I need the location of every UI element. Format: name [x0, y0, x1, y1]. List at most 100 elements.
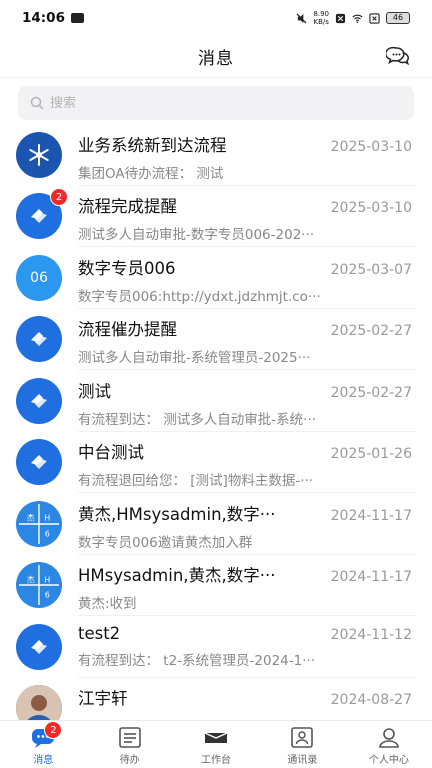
message-header: HMsysadmin,黄杰,数字··· 2024-11-17: [78, 562, 432, 586]
avatar: [16, 377, 62, 424]
message-header: 黄杰,HMsysadmin,数字··· 2024-11-17: [78, 501, 432, 525]
tab-messages[interactable]: 2 消息: [0, 721, 86, 768]
network-speed-value: 8.90: [313, 10, 329, 18]
search-bar[interactable]: [18, 86, 414, 120]
profile-icon: [379, 728, 399, 748]
message-date: 2024-11-12: [330, 626, 412, 643]
message-texts: 流程完成提醒 2025-03-10 测试多人自动审批-数字专员006-202···: [78, 193, 432, 243]
group-avatar-icon: [19, 565, 59, 606]
tab-workbench[interactable]: 工作台: [173, 721, 259, 768]
message-date: 2025-01-26: [330, 446, 412, 463]
message-row[interactable]: 流程催办提醒 2025-02-27 测试多人自动审批-系统管理员-2025···: [0, 309, 432, 371]
message-list[interactable]: 业务系统新到达流程 2025-03-10 集团OA待办流程： 测试 2 流程完成提醒 20…: [0, 124, 432, 720]
message-row[interactable]: 06 数字专员006 2025-03-07 数字专员006:http://ydxt.j…: [0, 247, 432, 309]
tab-todo[interactable]: 待办: [86, 721, 172, 768]
message-title: 江宇轩: [78, 689, 128, 709]
message-row[interactable]: 业务系统新到达流程 2025-03-10 集团OA待办流程： 测试: [0, 124, 432, 186]
message-preview: 数字专员006:http://ydxt.jdzhmjt.co···: [78, 288, 321, 305]
avatar: 杰H 6: [16, 562, 62, 609]
user-photo-avatar: [16, 685, 62, 720]
message-row[interactable]: 江宇轩 2024-08-27: [0, 678, 432, 720]
wifi-icon: [352, 14, 363, 23]
message-texts: 黄杰,HMsysadmin,数字··· 2024-11-17 数字专员006邀请黄杰…: [78, 501, 432, 551]
group-avatar-label: 杰: [26, 575, 35, 585]
message-date: 2025-03-07: [330, 261, 412, 278]
avatar: [16, 131, 62, 178]
group-avatar-label: 6: [44, 590, 50, 600]
tab-contacts[interactable]: 通讯录: [259, 721, 345, 768]
message-preview: 数字专员006邀请黄杰加入群: [78, 534, 253, 551]
message-texts: 测试 2025-02-27 有流程到达： 测试多人自动审批-系统···: [78, 378, 432, 428]
contacts-icon: [291, 727, 314, 748]
group-avatar-label: H: [44, 513, 51, 523]
message-date: 2025-02-27: [330, 384, 412, 401]
message-row[interactable]: 中台测试 2025-01-26 有流程退回给您： [测试]物料主数据-···: [0, 432, 432, 494]
message-date: 2024-11-17: [330, 569, 412, 586]
message-preview: 有流程到达： 测试多人自动审批-系统···: [78, 411, 317, 428]
avatar: [16, 685, 62, 720]
network-speed: 8.90 KB/s: [313, 10, 329, 26]
todo-icon: [118, 727, 141, 748]
message-date: 2025-03-10: [330, 200, 412, 217]
avatar: 06: [16, 254, 62, 301]
close-box-icon: [369, 12, 380, 24]
notification-icon: [70, 13, 84, 23]
network-speed-unit: KB/s: [313, 18, 329, 26]
message-texts: 流程催办提醒 2025-02-27 测试多人自动审批-系统管理员-2025···: [78, 316, 432, 366]
app-logo-icon: [31, 209, 47, 224]
tab-profile[interactable]: 个人中心: [346, 721, 432, 768]
message-row[interactable]: 2 流程完成提醒 2025-03-10 测试多人自动审批-数字专员006-202···: [0, 186, 432, 248]
message-header: 数字专员006 2025-03-07: [78, 255, 432, 279]
status-bar: 14:06 8.90 KB/s 46: [0, 0, 432, 36]
group-avatar-label: 6: [44, 529, 50, 539]
message-title: 流程催办提醒: [78, 320, 177, 340]
snowflake-icon: [29, 143, 49, 166]
message-title: test2: [78, 623, 121, 643]
avatar: [16, 316, 62, 363]
app-logo-icon: [31, 455, 47, 470]
message-title: 业务系统新到达流程: [78, 135, 227, 155]
message-header: 业务系统新到达流程 2025-03-10: [78, 132, 432, 156]
message-texts: 江宇轩 2024-08-27: [78, 685, 432, 720]
search-icon: [30, 96, 44, 110]
group-avatar-icon: [19, 503, 59, 544]
message-title: 数字专员006: [78, 258, 176, 278]
mute-icon: [296, 12, 307, 24]
message-texts: 业务系统新到达流程 2025-03-10 集团OA待办流程： 测试: [78, 132, 432, 182]
app-logo-icon: [31, 332, 47, 347]
new-chat-icon[interactable]: [386, 44, 412, 70]
message-row[interactable]: 测试 2025-02-27 有流程到达： 测试多人自动审批-系统···: [0, 370, 432, 432]
tab-messages-label: 消息: [33, 755, 54, 766]
message-texts: 数字专员006 2025-03-07 数字专员006:http://ydxt.jdz…: [78, 255, 432, 305]
message-preview: 测试多人自动审批-系统管理员-2025···: [78, 350, 311, 367]
bottom-tab-bar: 2 消息 待办 工作台 通讯录 个人中心: [0, 720, 432, 768]
app-logo-icon: [31, 639, 47, 654]
message-preview: 测试多人自动审批-数字专员006-202···: [78, 227, 315, 244]
app-logo-icon: [31, 393, 47, 408]
message-row[interactable]: 杰 H 6 HMsysadmin,黄杰,数字··· 2024-11-17 黄杰:收到: [0, 555, 432, 617]
avatar: 杰H 6: [16, 500, 62, 547]
message-header: 流程完成提醒 2025-03-10: [78, 193, 432, 217]
message-header: 测试 2025-02-27: [78, 378, 432, 402]
message-texts: test2 2024-11-12 有流程到达： t2-系统管理员-2024-1···: [78, 624, 432, 670]
page-title: 消息: [198, 49, 234, 69]
group-avatar-label: H: [44, 575, 51, 585]
message-header: 流程催办提醒 2025-02-27: [78, 316, 432, 340]
message-title: 黄杰,HMsysadmin,数字···: [78, 504, 276, 524]
sim-icon: [335, 13, 346, 23]
tab-contacts-label: 通讯录: [287, 755, 318, 766]
tab-messages-badge: 2: [44, 721, 63, 739]
message-preview: 集团OA待办流程： 测试: [78, 165, 224, 182]
battery-icon: 46: [386, 12, 410, 24]
search-input[interactable]: [50, 95, 370, 111]
message-row[interactable]: test2 2024-11-12 有流程到达： t2-系统管理员-2024-1···: [0, 616, 432, 678]
header: 消息: [0, 36, 432, 78]
message-title: 中台测试: [78, 443, 144, 463]
message-row[interactable]: 杰 H 6 黄杰,HMsysadmin,数字··· 2024-11-17 数字专员006邀…: [0, 493, 432, 555]
avatar-text: 06: [30, 269, 48, 286]
message-header: test2 2024-11-12: [78, 624, 432, 643]
message-title: 流程完成提醒: [78, 197, 177, 217]
message-texts: HMsysadmin,黄杰,数字··· 2024-11-17 黄杰:收到: [78, 562, 432, 612]
message-date: 2025-03-10: [330, 138, 412, 155]
status-time: 14:06: [22, 10, 65, 26]
